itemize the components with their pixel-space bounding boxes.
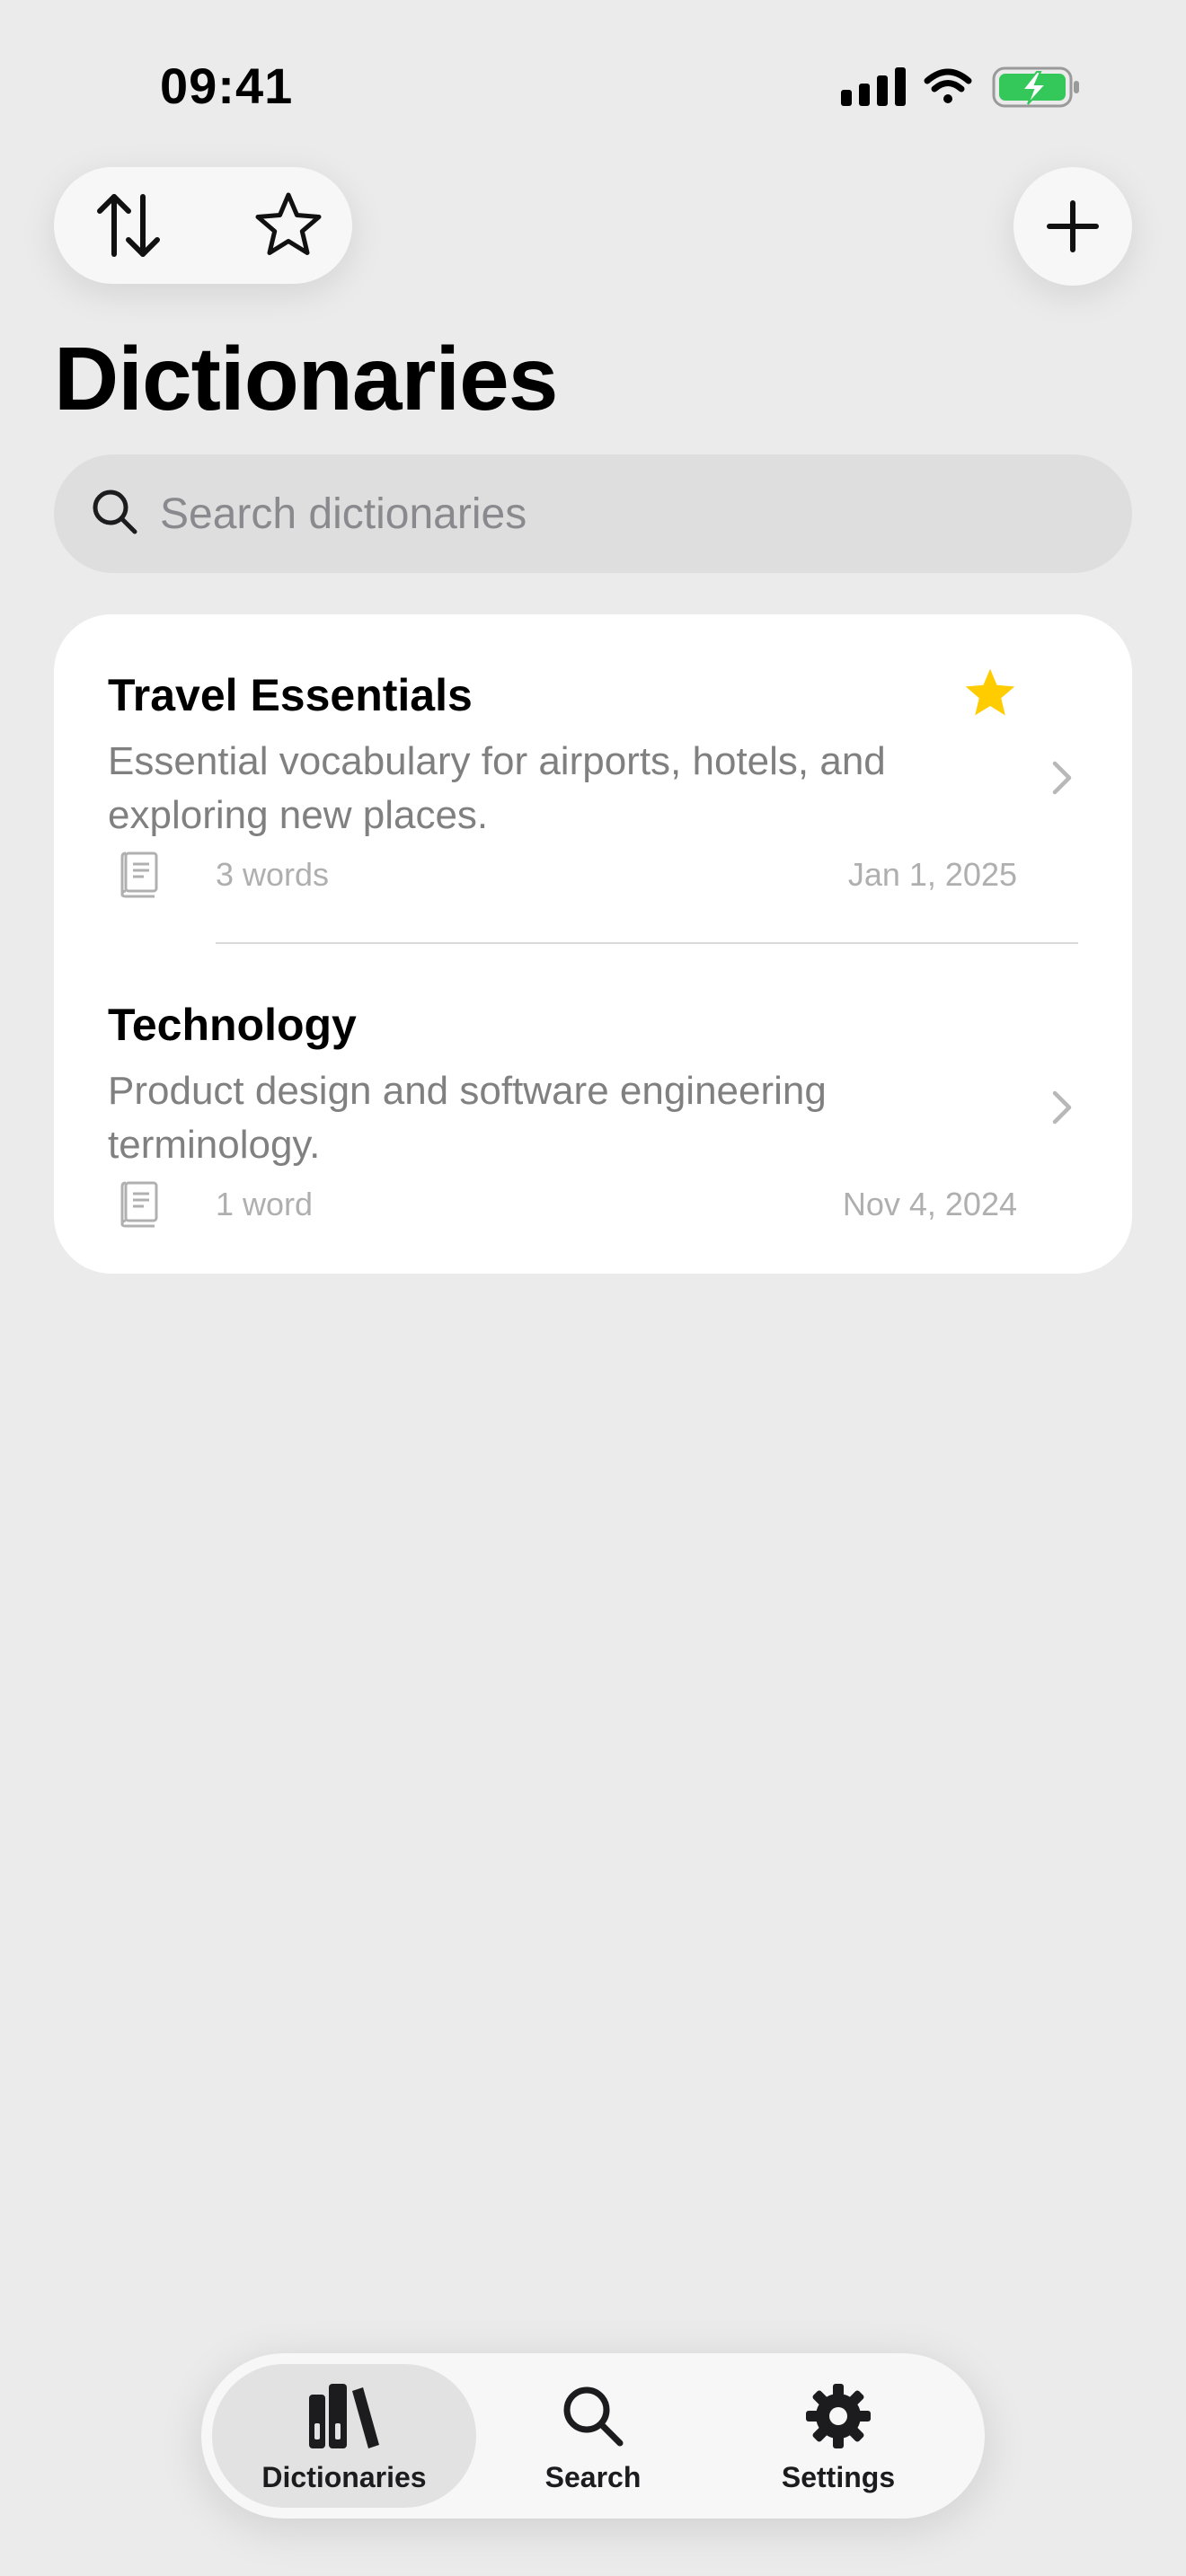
book-icon — [120, 851, 158, 898]
gear-icon — [806, 2384, 871, 2448]
tab-label: Dictionaries — [261, 2461, 427, 2493]
status-time: 09:41 — [160, 57, 294, 114]
chevron-right-icon — [1052, 1090, 1072, 1125]
tab-bar: Dictionaries Search Settings — [201, 2353, 985, 2519]
favorite-star-icon[interactable] — [961, 665, 1019, 722]
dictionary-title: Technology — [108, 1000, 357, 1050]
dictionary-title: Travel Essentials — [108, 670, 473, 720]
add-dictionary-button[interactable] — [1013, 167, 1132, 286]
tab-search[interactable]: Search — [461, 2364, 725, 2508]
dictionary-date: Jan 1, 2025 — [847, 856, 1017, 893]
wifi-icon — [924, 68, 972, 103]
battery-charging-icon — [992, 66, 1079, 108]
dictionary-description: Essential vocabulary for airports, hotel… — [108, 739, 886, 837]
tab-settings[interactable]: Settings — [706, 2364, 970, 2508]
plus-icon — [1047, 200, 1099, 252]
tab-dictionaries[interactable]: Dictionaries — [212, 2364, 476, 2508]
word-count: 3 words — [216, 856, 330, 893]
word-count: 1 word — [216, 1186, 314, 1222]
list-item[interactable]: Travel Essentials Essential vocabulary f… — [54, 614, 1132, 944]
sort-button[interactable] — [79, 176, 178, 275]
favorites-button[interactable] — [239, 176, 338, 275]
sort-icon — [97, 194, 160, 257]
toolbar-pill — [54, 167, 352, 284]
search-field[interactable] — [54, 454, 1132, 573]
status-icons — [836, 59, 1087, 113]
search-icon — [563, 2386, 624, 2447]
chevron-right-icon — [1052, 761, 1072, 795]
books-icon — [309, 2384, 379, 2448]
search-input[interactable] — [160, 454, 1094, 573]
list-item[interactable]: Technology Product design and software e… — [54, 944, 1132, 1274]
dictionary-description: Product design and software engineering … — [108, 1069, 827, 1167]
page-title: Dictionaries — [54, 329, 558, 429]
book-icon — [120, 1181, 158, 1228]
star-outline-icon — [255, 192, 322, 255]
dictionaries-list: Travel Essentials Essential vocabulary f… — [54, 614, 1132, 1274]
tab-label: Search — [544, 2461, 642, 2493]
tab-label: Settings — [781, 2461, 896, 2493]
dictionary-date: Nov 4, 2024 — [842, 1186, 1017, 1222]
cellular-signal-icon — [841, 67, 906, 106]
search-icon — [93, 490, 137, 534]
